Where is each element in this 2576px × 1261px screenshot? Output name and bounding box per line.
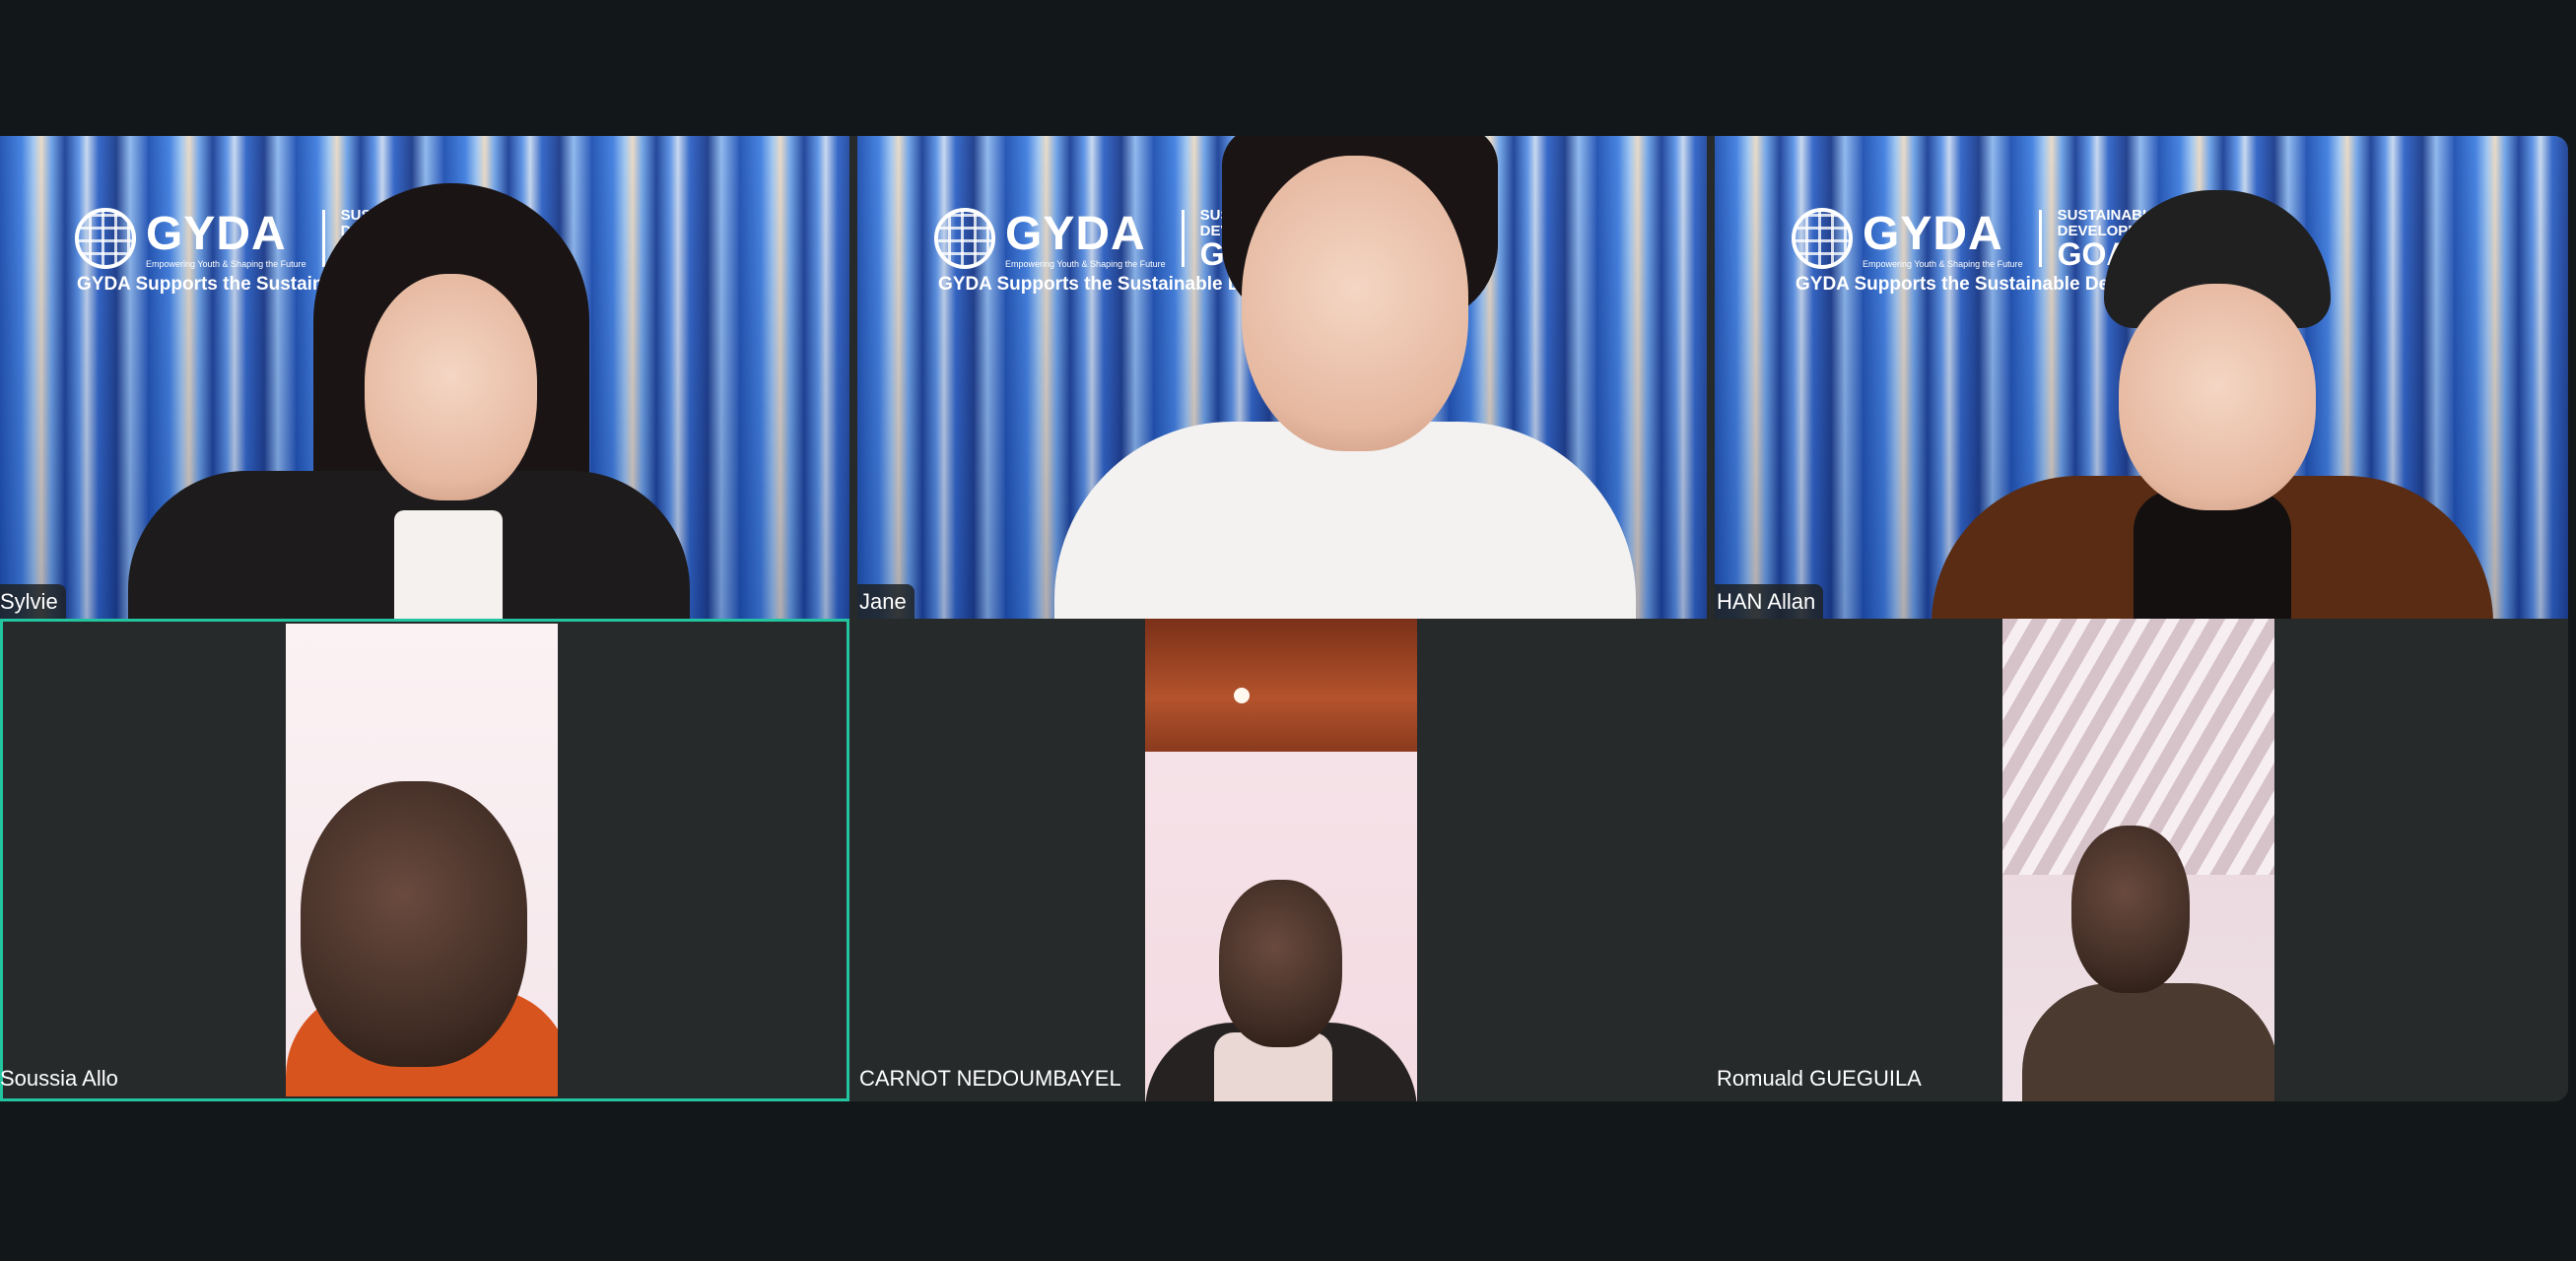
video-tile-han-allan[interactable]: GYDA Empowering Youth & Shaping the Futur… (1715, 136, 2568, 619)
participant-video-soussia-allo (286, 624, 558, 1096)
participant-name-sylvie: Sylvie (0, 584, 66, 619)
logo-brand-text: GYDA (1005, 208, 1146, 260)
logo-divider (321, 209, 325, 267)
logo-brand-text: GYDA (146, 208, 287, 260)
globe-icon (75, 207, 136, 269)
logo-divider (2038, 209, 2042, 267)
logo-brand-text: GYDA (1863, 208, 2003, 260)
video-tile-romuald-gueguila[interactable]: Romuald GUEGUILA (1715, 619, 2568, 1101)
participant-name-carnot-nedoumbayel: CARNOT NEDOUMBAYEL (859, 1066, 1121, 1091)
video-tile-carnot-nedoumbayel[interactable]: CARNOT NEDOUMBAYEL (857, 619, 1707, 1101)
logo-divider (1181, 209, 1185, 267)
video-tile-jane[interactable]: GYDA Empowering Youth & Shaping the Futur… (857, 136, 1707, 619)
logo-subtext: Empowering Youth & Shaping the Future (1005, 259, 1166, 269)
meeting-window: GYDA Empowering Youth & Shaping the Futur… (0, 0, 2576, 1261)
logo-subtext: Empowering Youth & Shaping the Future (146, 259, 306, 269)
ceiling-light (1145, 619, 1417, 752)
participant-video-romuald-gueguila (2002, 619, 2274, 1101)
video-tile-soussia-allo[interactable]: Soussia Allo (0, 619, 849, 1101)
video-grid: GYDA Empowering Youth & Shaping the Futur… (0, 136, 2568, 1101)
globe-icon (1792, 207, 1853, 269)
logo-subtext: Empowering Youth & Shaping the Future (1863, 259, 2023, 269)
participant-video-carnot-nedoumbayel (1145, 619, 1417, 1101)
globe-icon (934, 207, 995, 269)
participant-name-soussia-allo: Soussia Allo (0, 1066, 118, 1091)
participant-name-romuald-gueguila: Romuald GUEGUILA (1717, 1066, 1922, 1091)
participant-name-jane: Jane (857, 584, 915, 619)
participant-name-han-allan: HAN Allan (1715, 584, 1824, 619)
video-tile-sylvie[interactable]: GYDA Empowering Youth & Shaping the Futur… (0, 136, 849, 619)
